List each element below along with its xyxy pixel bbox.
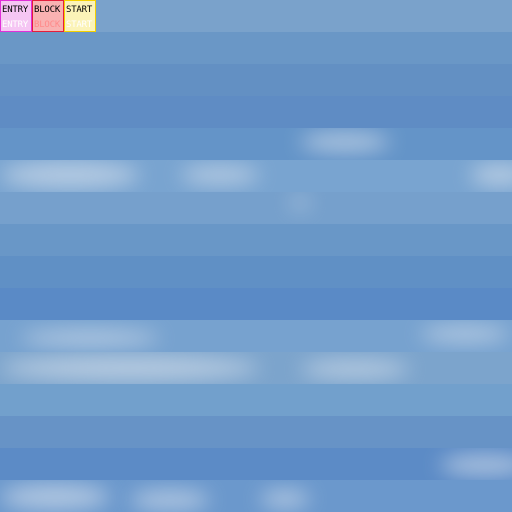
cloud	[420, 326, 510, 342]
start-tile-sublabel: START	[66, 20, 93, 30]
block-tile-label: BLOCK	[34, 5, 61, 15]
block-tile-button[interactable]: BLOCK BLOCK	[32, 0, 64, 32]
sky-band	[0, 128, 512, 160]
sky-playfield: ENTRY ENTRY BLOCK BLOCK START START	[0, 0, 512, 512]
sky-band	[0, 224, 512, 256]
cloud	[290, 198, 310, 208]
sky-band	[0, 320, 512, 352]
sky-band	[0, 448, 512, 480]
start-tile-button[interactable]: START START	[64, 0, 96, 32]
sky-band	[0, 480, 512, 512]
cloud	[260, 490, 310, 508]
sky-band	[0, 352, 512, 384]
cloud	[20, 330, 160, 346]
cloud	[0, 356, 260, 380]
cloud	[300, 132, 390, 152]
cloud	[130, 490, 210, 510]
sky-band	[0, 256, 512, 288]
cloud	[180, 166, 260, 184]
start-tile-label: START	[66, 5, 93, 15]
entry-tile-sublabel: ENTRY	[2, 20, 29, 30]
sky-band	[0, 64, 512, 96]
cloud	[0, 484, 110, 510]
sky-band	[0, 32, 512, 64]
cloud	[470, 164, 512, 186]
entry-tile-button[interactable]: ENTRY ENTRY	[0, 0, 32, 32]
sky-band	[0, 96, 512, 128]
entry-tile-label: ENTRY	[2, 5, 29, 15]
cloud	[300, 360, 410, 378]
sky-band	[0, 384, 512, 416]
cloud	[0, 162, 140, 188]
sky-band	[0, 160, 512, 192]
sky-band	[0, 416, 512, 448]
tile-palette: ENTRY ENTRY BLOCK BLOCK START START	[0, 0, 96, 32]
sky-band	[0, 192, 512, 224]
cloud	[440, 454, 512, 476]
sky-band	[0, 288, 512, 320]
block-tile-sublabel: BLOCK	[34, 20, 61, 30]
